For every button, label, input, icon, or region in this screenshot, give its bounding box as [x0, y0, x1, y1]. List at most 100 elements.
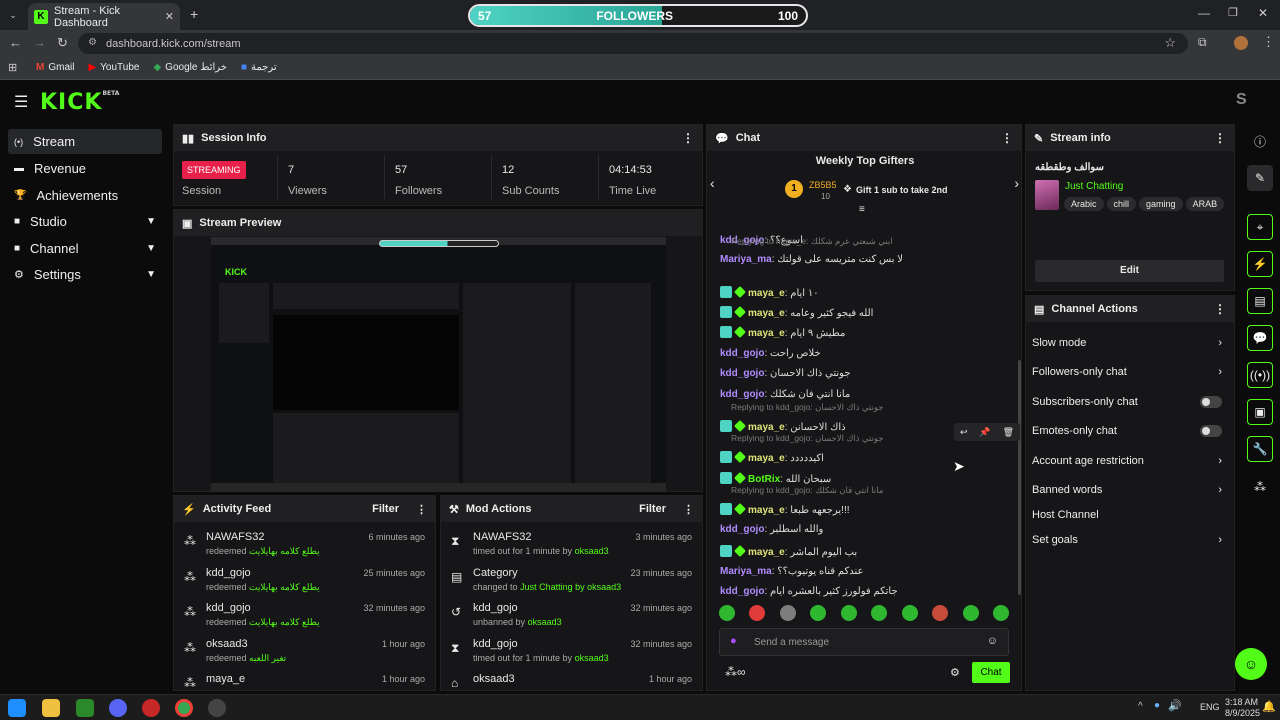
- points-rail-icon[interactable]: ⁂: [1247, 474, 1273, 500]
- support-chat-button[interactable]: ☺: [1235, 648, 1267, 680]
- chat-scrollbar[interactable]: [1018, 360, 1021, 595]
- activity-menu-icon[interactable]: ⋮: [416, 503, 427, 516]
- bookmark-google-maps[interactable]: ◆ Google خرائط: [153, 62, 227, 73]
- subscribers-only-toggle[interactable]: [1200, 396, 1222, 408]
- mod-filter-button[interactable]: Filter: [639, 503, 666, 515]
- chat-username[interactable]: Mariya_ma: [720, 254, 772, 265]
- chat-settings-icon[interactable]: ⚙: [950, 666, 960, 679]
- hamburger-menu-icon[interactable]: ☰: [14, 92, 28, 112]
- emotes-only-toggle[interactable]: [1200, 425, 1222, 437]
- edit-button[interactable]: Edit: [1035, 260, 1224, 282]
- chat-message[interactable]: kdd_gojo: والله اسطلبر: [720, 524, 823, 535]
- channel-actions-menu-icon[interactable]: ⋮: [1214, 302, 1226, 316]
- chat-username[interactable]: maya_e: [748, 308, 785, 319]
- chat-username[interactable]: maya_e: [748, 505, 785, 516]
- tag[interactable]: ARAB: [1185, 197, 1225, 211]
- tab-close-icon[interactable]: ✕: [165, 10, 174, 23]
- session-menu-icon[interactable]: ⋮: [682, 131, 694, 145]
- clock-date[interactable]: 8/9/2025: [1225, 708, 1260, 718]
- chat-message[interactable]: kdd_gojo: جاتكم فولورز كثير بالعشره ايام: [720, 586, 898, 597]
- chat-menu-icon[interactable]: ⋮: [1001, 131, 1013, 145]
- discord-icon[interactable]: [109, 699, 127, 717]
- kick-logo[interactable]: KICKBETA: [40, 90, 119, 115]
- chat-message[interactable]: Mariya_ma: عندكم قناه يوتيوب؟؟: [720, 566, 864, 577]
- user-avatar[interactable]: S: [1236, 91, 1247, 109]
- chat-username[interactable]: kdd_gojo: [720, 389, 764, 400]
- action-followers-only[interactable]: Followers-only chat ›: [1032, 359, 1222, 385]
- emote-icon[interactable]: [962, 605, 979, 621]
- chat-message[interactable]: BotRix: سبحان الله: [720, 472, 831, 485]
- action-account-age[interactable]: Account age restriction ›: [1032, 448, 1222, 474]
- pin-icon[interactable]: 📌: [979, 427, 990, 438]
- chat-username[interactable]: maya_e: [748, 288, 785, 299]
- reply-icon[interactable]: ↩: [960, 427, 968, 438]
- chrome-icon[interactable]: [175, 699, 193, 717]
- chat-username[interactable]: kdd_gojo: [720, 524, 764, 535]
- chat-message[interactable]: maya_e: يرجعهه طبعا!!!: [720, 503, 850, 516]
- start-icon[interactable]: [8, 699, 26, 717]
- bookmark-youtube[interactable]: ▶ YouTube: [88, 62, 139, 73]
- address-bar[interactable]: ⚙ dashboard.kick.com/stream ☆: [78, 33, 1188, 54]
- chat-message[interactable]: maya_e: اكيددددد: [720, 451, 824, 464]
- apps-grid-icon[interactable]: ⊞: [8, 61, 17, 74]
- emoji-picker-icon[interactable]: ☺: [987, 635, 998, 647]
- obs-icon[interactable]: [208, 699, 226, 717]
- clip-icon[interactable]: ⌖: [1247, 214, 1273, 240]
- chat-input[interactable]: ● Send a message ☺: [719, 628, 1009, 656]
- sidebar-item-achievements[interactable]: 🏆 Achievements: [8, 183, 162, 208]
- chat-username[interactable]: maya_e: [748, 328, 785, 339]
- new-tab-icon[interactable]: +: [190, 6, 198, 22]
- tray-chevron-icon[interactable]: ^: [1138, 701, 1143, 712]
- stream-preview-video[interactable]: KICK: [211, 237, 666, 492]
- maximize-icon[interactable]: ❐: [1228, 6, 1238, 19]
- emote-icon[interactable]: [871, 605, 888, 621]
- tag[interactable]: gaming: [1139, 197, 1183, 211]
- chat-message[interactable]: maya_e: الله فيجو كثير وعامه: [720, 306, 873, 319]
- expand-icon[interactable]: ≡: [859, 204, 865, 215]
- chat-username[interactable]: maya_e: [748, 547, 785, 558]
- reload-icon[interactable]: ↻: [57, 35, 68, 51]
- back-icon[interactable]: ←: [9, 35, 22, 50]
- file-explorer-icon[interactable]: [42, 699, 60, 717]
- points-icon[interactable]: ⁂∞: [725, 665, 746, 679]
- chevron-right-icon[interactable]: ›: [1014, 175, 1019, 191]
- profile-avatar[interactable]: [1234, 36, 1248, 50]
- chevron-left-icon[interactable]: ‹: [710, 175, 715, 191]
- chat-username[interactable]: maya_e: [748, 453, 785, 464]
- browser-menu-icon[interactable]: ⋮: [1262, 34, 1275, 50]
- chat-message[interactable]: maya_e: ١٠ ايام: [720, 286, 819, 299]
- action-host-channel[interactable]: Host Channel: [1032, 502, 1222, 528]
- lightning-icon[interactable]: ⚡: [1247, 251, 1273, 277]
- chat-username[interactable]: Mariya_ma: [720, 566, 772, 577]
- broadcast-icon[interactable]: ((•)): [1247, 362, 1273, 388]
- tag[interactable]: chill: [1106, 197, 1137, 211]
- notes-icon[interactable]: ▤: [1247, 288, 1273, 314]
- wrench-icon[interactable]: 🔧: [1247, 436, 1273, 462]
- clock-time[interactable]: 3:18 AM: [1225, 697, 1258, 707]
- stream-info-menu-icon[interactable]: ⋮: [1214, 131, 1226, 145]
- chat-username[interactable]: kdd_gojo: [720, 348, 764, 359]
- chat-username[interactable]: kdd_gojo: [720, 586, 764, 597]
- tab-search-icon[interactable]: ⌄: [6, 8, 20, 22]
- bookmark-translate[interactable]: ■ ترجمة: [241, 62, 277, 73]
- sidebar-item-channel[interactable]: ■ Channel ▼: [8, 236, 162, 261]
- chat-username[interactable]: maya_e: [748, 422, 785, 433]
- mic-tray-icon[interactable]: ●: [1154, 700, 1160, 711]
- activity-filter-button[interactable]: Filter: [372, 503, 399, 515]
- layout-icon[interactable]: ▣: [1247, 399, 1273, 425]
- category-name[interactable]: Just Chatting: [1065, 181, 1123, 192]
- microphone-icon[interactable]: ●: [730, 635, 737, 647]
- minimize-icon[interactable]: —: [1198, 6, 1210, 20]
- chat-rail-icon[interactable]: 💬: [1247, 325, 1273, 351]
- chat-message[interactable]: kdd_gojo: جونتي ذاك الاحسان: [720, 368, 851, 379]
- emote-icon[interactable]: [779, 605, 796, 621]
- chat-send-button[interactable]: Chat: [972, 662, 1010, 683]
- sidebar-item-settings[interactable]: ⚙ Settings ▼: [8, 262, 162, 287]
- sidebar-item-studio[interactable]: ■ Studio ▼: [8, 209, 162, 234]
- chat-message[interactable]: kdd_gojo: خلاص راحت: [720, 348, 821, 359]
- emote-icon[interactable]: [719, 605, 735, 621]
- volume-icon[interactable]: 🔊: [1168, 699, 1182, 712]
- extensions-icon[interactable]: ⧉: [1198, 35, 1207, 50]
- emote-icon[interactable]: [932, 605, 949, 621]
- emote-icon[interactable]: [992, 605, 1009, 621]
